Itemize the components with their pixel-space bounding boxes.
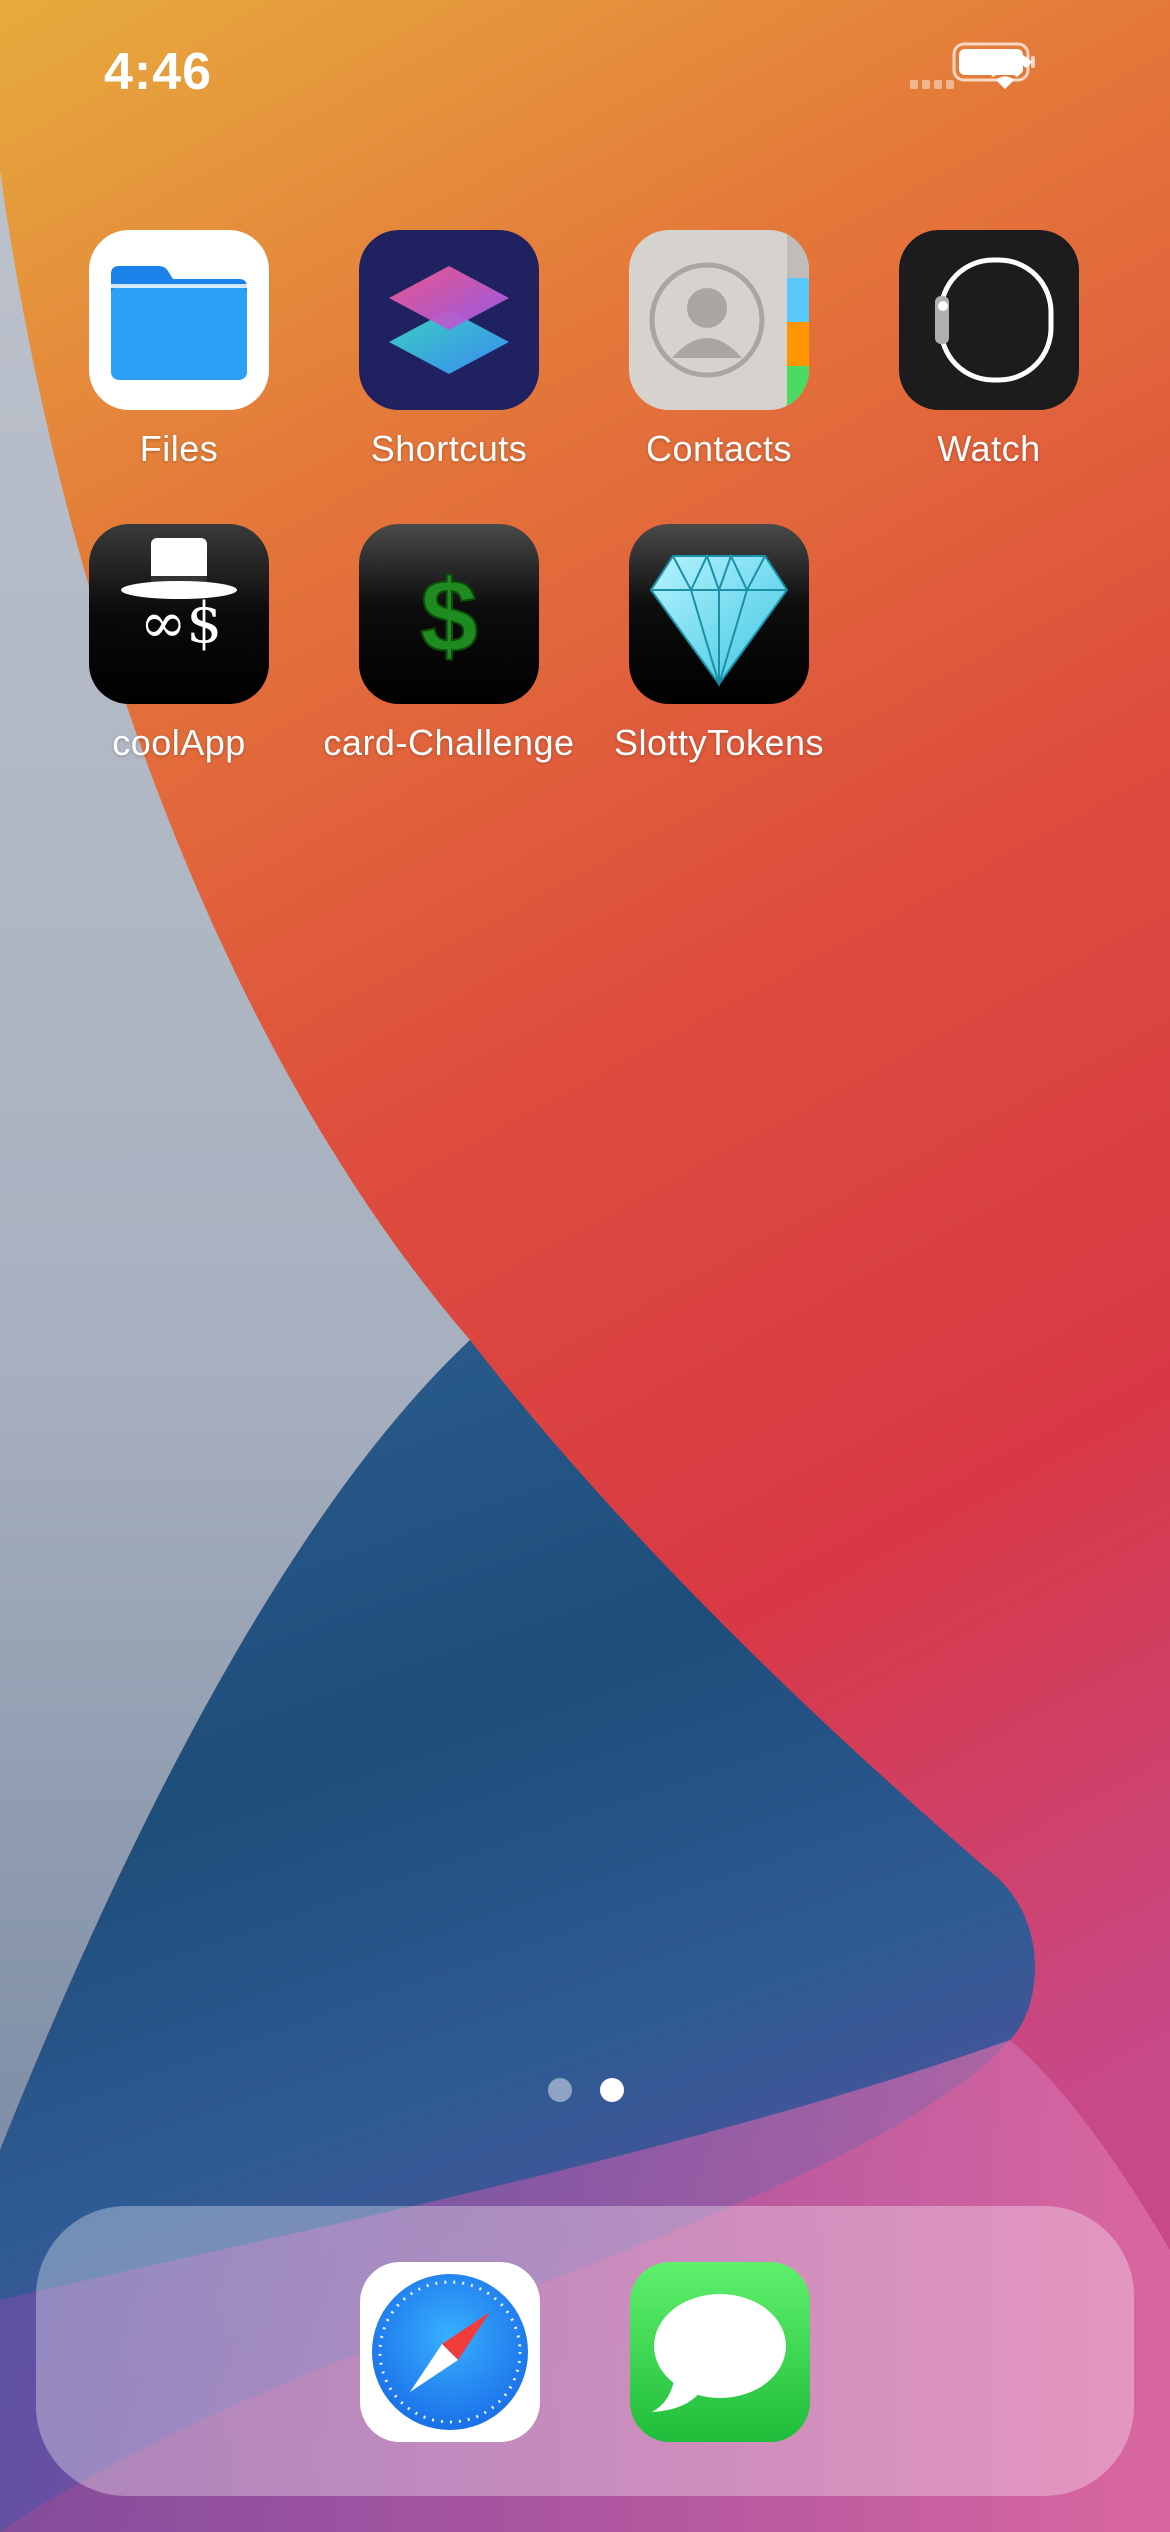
- watch-icon: [899, 230, 1079, 410]
- top-hat-infinity-dollar-icon: ∞$: [89, 524, 269, 704]
- app-label-shortcuts: Shortcuts: [370, 428, 528, 469]
- app-coolapp[interactable]: ∞$ coolApp: [49, 524, 309, 764]
- app-label-watch: Watch: [937, 428, 1041, 469]
- app-contacts[interactable]: Contacts: [589, 230, 849, 470]
- app-label-files: Files: [139, 428, 219, 469]
- cardchallenge-icon-text: $: [420, 559, 478, 675]
- messages-bubble-icon: [630, 2262, 810, 2442]
- cellular-signal-icon: [910, 80, 954, 89]
- app-label-card-challenge: card-Challenge: [323, 722, 575, 763]
- app-slottytokens[interactable]: SlottyTokens: [589, 524, 849, 764]
- app-card-challenge[interactable]: $ card-Challenge: [319, 524, 579, 764]
- app-shortcuts[interactable]: Shortcuts: [319, 230, 579, 470]
- battery-icon: [952, 42, 1035, 82]
- shortcuts-icon: [359, 230, 539, 410]
- dollar-sign-icon: $: [359, 524, 539, 704]
- page-indicator[interactable]: [0, 2078, 1170, 2102]
- app-watch[interactable]: Watch: [859, 230, 1119, 470]
- safari-compass-icon: [360, 2262, 540, 2442]
- dock-app-messages[interactable]: [630, 2262, 810, 2442]
- page-dot-1[interactable]: [548, 2078, 572, 2102]
- contacts-icon: [629, 230, 809, 410]
- status-time: 4:46: [104, 43, 213, 101]
- files-folder-icon: [89, 230, 269, 410]
- dock: [36, 2206, 1134, 2496]
- app-label-slottytokens: SlottyTokens: [613, 722, 825, 763]
- status-icons: [910, 0, 1170, 105]
- app-label-contacts: Contacts: [645, 428, 793, 469]
- app-files[interactable]: Files: [49, 230, 309, 470]
- diamond-icon: [629, 524, 809, 704]
- page-dot-2[interactable]: [600, 2078, 624, 2102]
- coolapp-icon-text: ∞$: [140, 591, 222, 656]
- app-label-coolapp: coolApp: [112, 722, 246, 763]
- dock-app-safari[interactable]: [360, 2262, 540, 2442]
